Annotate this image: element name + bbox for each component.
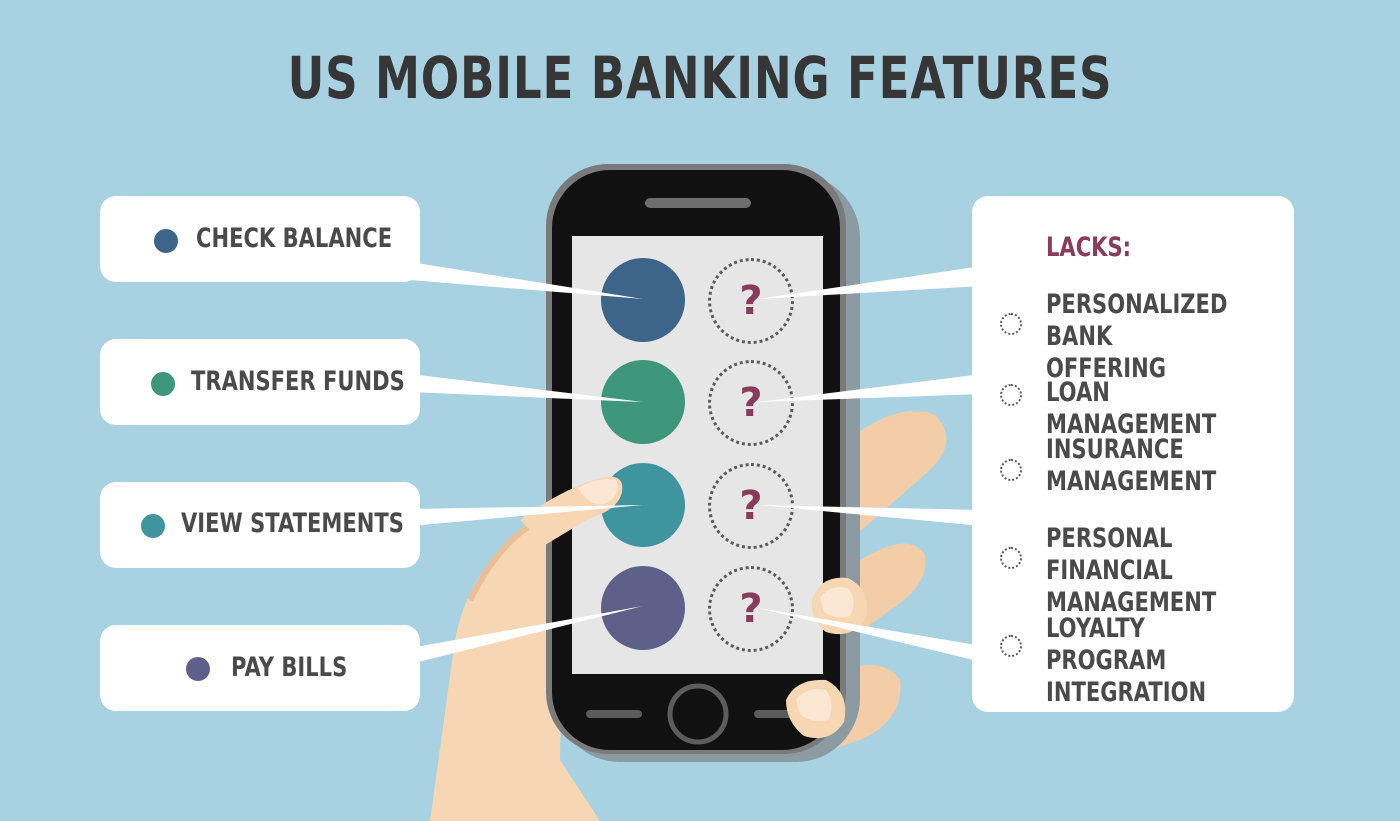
connector-view-statements <box>410 505 643 526</box>
feature-dot-icon <box>186 657 210 681</box>
lacks-card: LACKS: PERSONALIZED BANK OFFERING LOAN M… <box>972 196 1294 712</box>
connector-lacks-3 <box>758 608 982 662</box>
feature-label: CHECK BALANCE <box>196 223 393 254</box>
connector-lacks-1 <box>758 374 982 402</box>
connector-lacks-0 <box>758 266 982 299</box>
feature-card-check-balance: CHECK BALANCE <box>100 196 420 282</box>
feature-label: TRANSFER FUNDS <box>191 366 405 397</box>
lacks-item: INSURANCE MANAGEMENT <box>1046 434 1217 497</box>
lacks-item: LOAN MANAGEMENT <box>1046 377 1217 440</box>
lacks-item: LOYALTY PROGRAM INTEGRATION <box>1046 613 1207 708</box>
connector-pay-bills <box>410 606 643 664</box>
connector-lacks-2 <box>758 505 982 526</box>
dotted-circle-icon <box>1000 547 1022 569</box>
lacks-item: PERSONALIZED BANK OFFERING <box>1046 289 1228 384</box>
feature-card-pay-bills: PAY BILLS <box>100 625 420 711</box>
dotted-circle-icon <box>1000 313 1022 335</box>
connector-check-balance <box>410 262 643 299</box>
feature-dot-icon <box>154 229 178 253</box>
infographic: ? ? ? ? US MOBILE BANKING FEATURES CHECK… <box>0 0 1400 821</box>
feature-label: VIEW STATEMENTS <box>181 508 404 539</box>
feature-label: PAY BILLS <box>231 652 348 683</box>
connector-transfer-funds <box>410 374 643 402</box>
feature-dot-icon <box>141 514 165 538</box>
feature-card-view-statements: VIEW STATEMENTS <box>100 482 420 568</box>
dotted-circle-icon <box>1000 635 1022 657</box>
lacks-title: LACKS: <box>1046 232 1132 263</box>
feature-card-transfer-funds: TRANSFER FUNDS <box>100 339 420 425</box>
dotted-circle-icon <box>1000 459 1022 481</box>
feature-dot-icon <box>151 372 175 396</box>
lacks-item: PERSONAL FINANCIAL MANAGEMENT <box>1046 523 1217 618</box>
dotted-circle-icon <box>1000 384 1022 406</box>
page-title: US MOBILE BANKING FEATURES <box>287 44 1113 112</box>
